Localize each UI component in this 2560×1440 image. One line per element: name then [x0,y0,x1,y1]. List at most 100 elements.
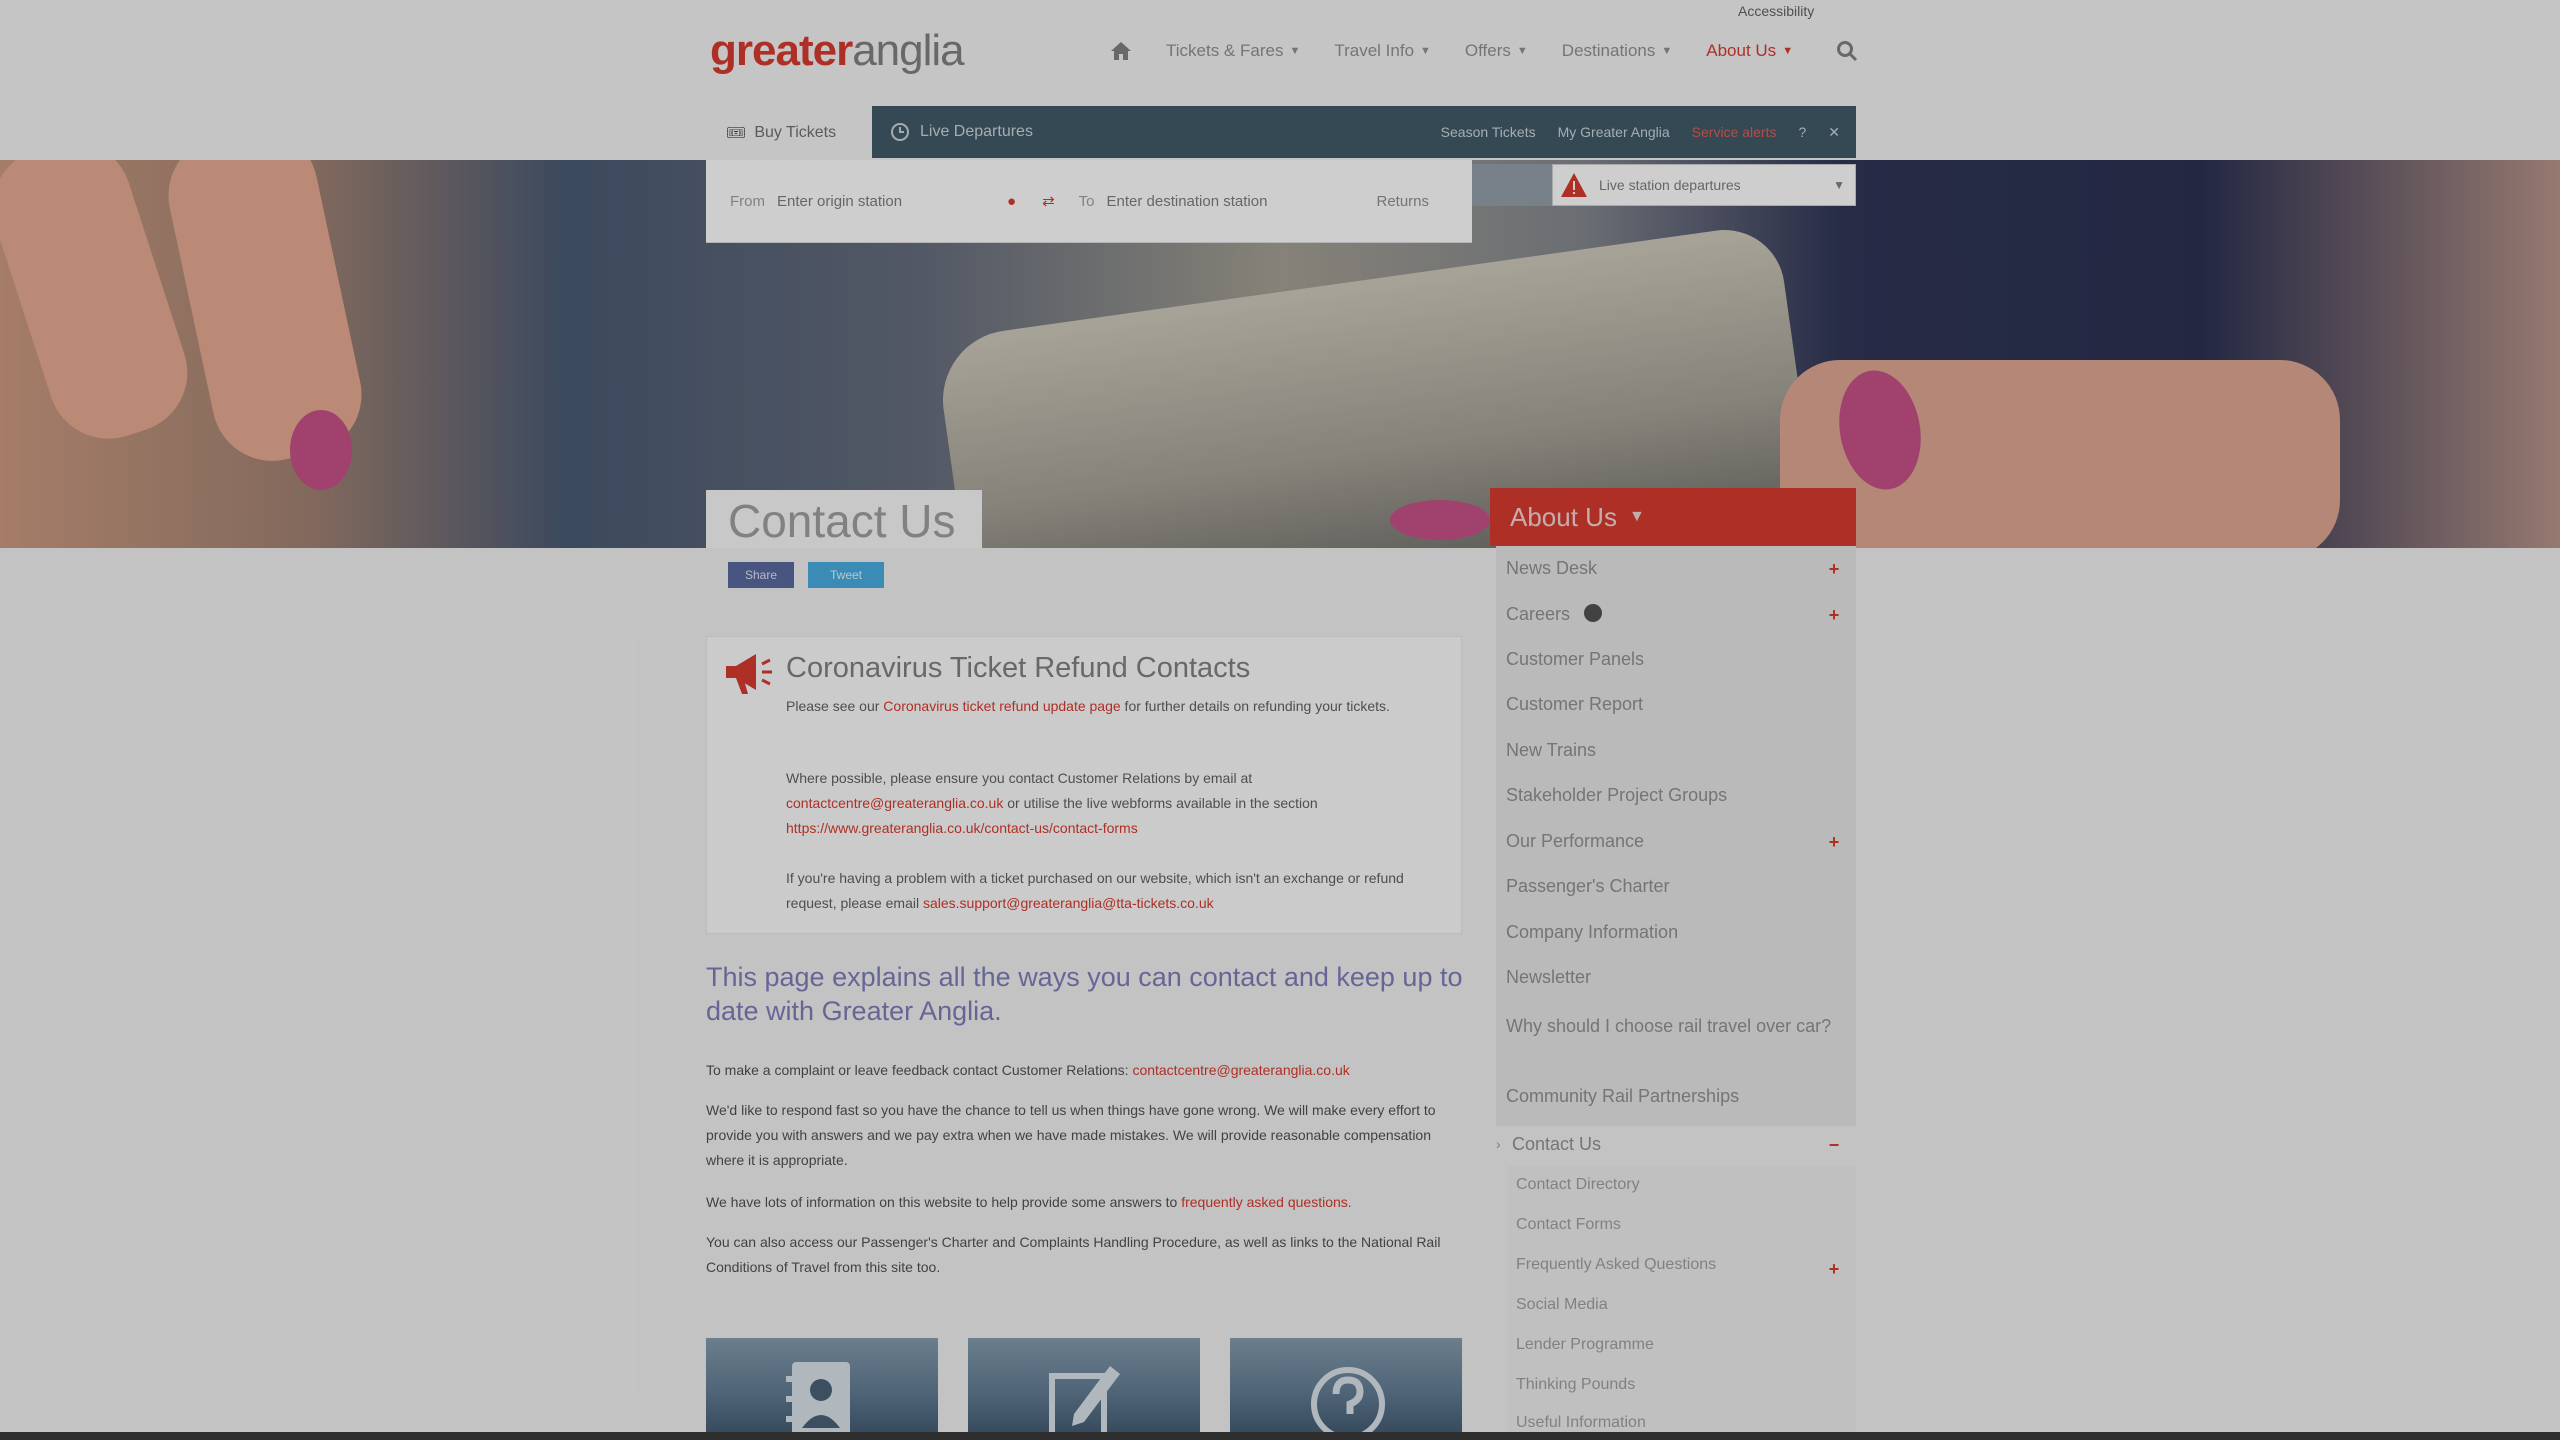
submenu-contact-forms[interactable]: Contact Forms [1516,1216,1621,1234]
ticket-icon: 🎟 [726,125,747,142]
returns-toggle[interactable]: Returns [1376,193,1429,210]
sidebar-item-our-performance[interactable]: Our Performance [1506,831,1644,852]
body-paragraph-3: We have lots of information on this webs… [706,1190,1466,1215]
service-alerts-link[interactable]: Service alerts [1692,124,1777,140]
expand-plus-icon[interactable]: + [1826,833,1842,851]
body-text: To make a complaint or leave feedback co… [706,1062,1133,1078]
from-station-input[interactable] [775,185,999,217]
collapse-minus-icon[interactable]: − [1826,1136,1842,1154]
alert-paragraph-1: Please see our Coronavirus ticket refund… [786,694,1416,719]
to-station-input[interactable] [1104,185,1329,217]
to-label: To [1078,192,1095,210]
body-paragraph-1: To make a complaint or leave feedback co… [706,1058,1466,1083]
sidebar-header-label: About Us [1510,501,1617,532]
sidebar-item-careers[interactable]: Careers [1506,604,1570,625]
expand-plus-icon[interactable]: + [1826,1260,1842,1278]
submenu-social-media[interactable]: Social Media [1516,1296,1608,1314]
intro-text: This page explains all the ways you can … [706,962,1463,1026]
address-book-icon [786,1362,850,1440]
chevron-down-icon: ▼ [1516,45,1528,57]
chevron-down-icon: ▼ [1782,45,1794,57]
sidebar-item-why-rail[interactable]: Why should I choose rail travel over car… [1506,1012,1836,1040]
home-icon[interactable] [1110,41,1132,61]
chevron-down-icon: ▼ [1289,45,1301,57]
faq-link[interactable]: frequently asked questions. [1181,1194,1351,1210]
submenu-contact-directory[interactable]: Contact Directory [1516,1176,1640,1194]
alert-paragraph-2: Where possible, please ensure you contac… [786,766,1416,841]
contact-forms-tile[interactable] [968,1338,1200,1440]
sidebar-item-customer-panels[interactable]: Customer Panels [1506,649,1644,670]
my-greater-anglia-link[interactable]: My Greater Anglia [1558,124,1670,140]
journey-planner-form: From ● ⇄ To Returns [706,160,1472,243]
facebook-share-button[interactable]: Share [728,562,794,588]
chevron-down-icon: ▼ [1661,45,1673,57]
submenu-lender-programme[interactable]: Lender Programme [1516,1336,1654,1354]
sidebar-item-company-information[interactable]: Company Information [1506,922,1678,943]
twitter-share-button[interactable]: Tweet [808,562,884,588]
nav-label: Offers [1464,41,1511,60]
tab-buy-label: Buy Tickets [754,124,837,141]
sidebar-item-community-rail[interactable]: Community Rail Partnerships [1506,1086,1739,1107]
nav-label: Travel Info [1334,41,1415,60]
nav-about-us[interactable]: About Us ▼ [1706,41,1793,61]
alert-text: or utilise the live webforms available i… [1003,795,1318,811]
body-text: We'd like to respond fast so you have th… [706,1102,1436,1168]
live-departures-label: Live Departures [920,123,1033,140]
sidebar-item-new-trains[interactable]: New Trains [1506,740,1596,761]
question-icon [1311,1367,1385,1440]
sidebar-item-stakeholder-groups[interactable]: Stakeholder Project Groups [1506,785,1727,806]
season-tickets-link[interactable]: Season Tickets [1441,124,1536,140]
submenu-useful-information[interactable]: Useful Information [1516,1414,1646,1432]
sidebar-item-passengers-charter[interactable]: Passenger's Charter [1506,876,1670,897]
from-label: From [730,192,765,210]
contact-centre-email-link[interactable]: contactcentre@greateranglia.co.uk [786,795,1003,811]
contact-forms-url-link[interactable]: https://www.greateranglia.co.uk/contact-… [786,820,1138,836]
refund-update-link[interactable]: Coronavirus ticket refund update page [883,698,1120,714]
nav-label: About Us [1706,41,1777,60]
nav-label: Destinations [1561,41,1656,60]
station-search-field[interactable]: ▼ [1552,164,1856,206]
complaint-email-link[interactable]: contactcentre@greateranglia.co.uk [1132,1062,1349,1078]
nav-offers[interactable]: Offers ▼ [1465,41,1528,61]
hero-nail [1390,500,1490,540]
help-icon[interactable]: ? [1798,124,1806,140]
location-pin-icon[interactable]: ● [1007,193,1016,210]
edit-form-icon [1049,1366,1120,1440]
page-title: Contact Us [728,495,956,547]
submenu-thinking-pounds[interactable]: Thinking Pounds [1516,1376,1635,1394]
sidebar-item-customer-report[interactable]: Customer Report [1506,694,1643,715]
expand-plus-icon[interactable]: + [1826,606,1842,624]
greater-anglia-logo[interactable]: greateranglia [710,26,965,76]
submenu-faqs[interactable]: Frequently Asked Questions [1516,1256,1716,1274]
nav-tickets-fares[interactable]: Tickets & Fares ▼ [1166,41,1300,61]
accessibility-link[interactable]: Accessibility [1738,0,1856,22]
sidebar-item-newsletter[interactable]: Newsletter [1506,967,1591,988]
body-text: We have lots of information on this webs… [706,1194,1182,1210]
sales-support-email-link[interactable]: sales.support@greateranglia@tta-tickets.… [923,895,1214,911]
warning-icon [1561,173,1587,197]
swap-icon[interactable]: ⇄ [1042,192,1055,210]
body-text: You can also access our Passenger's Char… [706,1234,1441,1275]
nav-destinations[interactable]: Destinations ▼ [1562,41,1672,61]
expand-plus-icon[interactable]: + [1826,560,1842,578]
tab-live-departures[interactable]: Live Departures Season Tickets My Greate… [872,106,1856,158]
contact-directory-tile[interactable] [706,1338,938,1440]
faq-tile[interactable] [1230,1338,1462,1440]
close-icon[interactable]: ✕ [1828,124,1840,141]
alert-text: Where possible, please ensure you contac… [786,770,1253,786]
nav-label: Tickets & Fares [1166,41,1284,60]
clock-icon [891,123,909,141]
nav-travel-info[interactable]: Travel Info ▼ [1334,41,1431,61]
sidebar-item-news-desk[interactable]: News Desk [1506,558,1597,579]
sidebar-about-us-header[interactable]: About Us ▼ [1490,488,1856,546]
dropdown-arrow-icon[interactable]: ▼ [1833,178,1845,192]
alert-text: for further details on refunding your ti… [1120,698,1390,714]
sidebar-contact-us-label: Contact Us [1512,1134,1602,1154]
station-search-input[interactable] [1597,176,1821,194]
logo-greater: greater [710,26,853,75]
body-paragraph-4: You can also access our Passenger's Char… [706,1230,1466,1280]
body-paragraph-2: We'd like to respond fast so you have th… [706,1098,1466,1173]
tab-buy-tickets[interactable]: 🎟 Buy Tickets [706,106,872,160]
search-icon[interactable] [1836,40,1858,62]
station-search-bar [1472,164,1552,206]
